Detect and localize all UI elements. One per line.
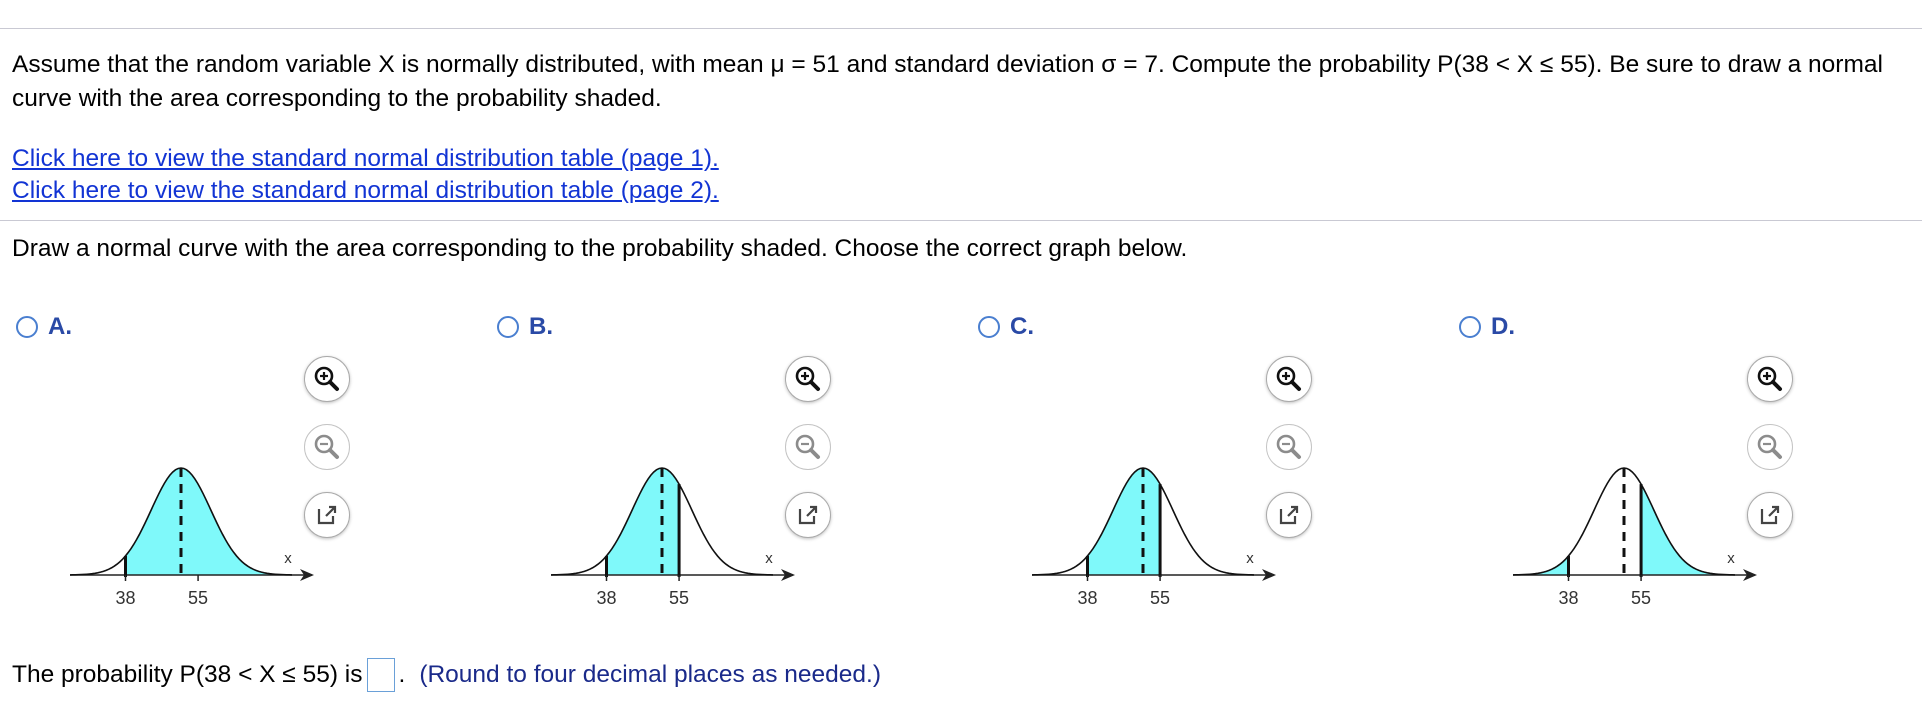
table-links: Click here to view the standard normal d… xyxy=(12,143,719,207)
question-text: Assume that the random variable X is nor… xyxy=(12,51,1883,112)
zoom-out-icon xyxy=(314,434,339,459)
answer-suffix: . xyxy=(398,661,406,688)
answer-input[interactable] xyxy=(366,658,395,692)
zoom-in-icon xyxy=(1757,366,1782,391)
option-c-popout-button[interactable] xyxy=(1266,492,1312,538)
option-d-radio[interactable] xyxy=(1459,316,1481,338)
popout-icon xyxy=(317,505,337,525)
option-c-graph: 38 55 x xyxy=(1031,467,1276,608)
popout-icon xyxy=(798,505,818,525)
option-b-popout-button[interactable] xyxy=(785,492,831,538)
zoom-in-icon xyxy=(314,366,339,391)
option-b-letter: B. xyxy=(529,313,553,340)
option-a-radio[interactable] xyxy=(16,316,38,338)
zoom-out-icon xyxy=(1757,434,1782,459)
tick-label-low: 38 xyxy=(596,588,616,608)
shaded-region xyxy=(1641,484,1735,575)
option-b-zoom-out-button[interactable] xyxy=(785,424,831,470)
shaded-region xyxy=(606,468,680,575)
option-b-graph: 38 55 x xyxy=(550,467,795,608)
option-d-letter: D. xyxy=(1491,313,1515,340)
section-divider xyxy=(0,220,1922,221)
top-divider xyxy=(0,28,1922,29)
tick-label-low: 38 xyxy=(115,588,135,608)
answer-row: The probability P(38 < X ≤ 55) is . (Rou… xyxy=(12,658,881,692)
tick-label-high: 55 xyxy=(669,588,689,608)
axis-label: x xyxy=(284,550,292,567)
zoom-out-icon xyxy=(795,434,820,459)
option-a-letter: A. xyxy=(48,313,72,340)
option-a-popout-button[interactable] xyxy=(304,492,350,538)
option-c-radio[interactable] xyxy=(978,316,1000,338)
option-d-popout-button[interactable] xyxy=(1747,492,1793,538)
tick-label-low: 38 xyxy=(1077,588,1097,608)
tick-label-low: 38 xyxy=(1558,588,1578,608)
answer-prefix: The probability P(38 < X ≤ 55) is xyxy=(12,661,363,688)
option-d-graph: 38 55 x xyxy=(1512,467,1757,608)
zoom-out-icon xyxy=(1276,434,1301,459)
shaded-region xyxy=(1087,468,1161,575)
option-b[interactable]: B. xyxy=(497,312,553,342)
option-c-zoom-in-button[interactable] xyxy=(1266,356,1312,402)
tick-label-high: 55 xyxy=(1631,588,1651,608)
zoom-in-icon xyxy=(1276,366,1301,391)
table-link-page-2[interactable]: Click here to view the standard normal d… xyxy=(12,175,719,207)
axis-label: x xyxy=(765,550,773,567)
popout-icon xyxy=(1760,505,1780,525)
option-d[interactable]: D. xyxy=(1459,312,1515,342)
shaded-region xyxy=(125,468,292,575)
axis-label: x xyxy=(1246,550,1254,567)
instruction-text: Draw a normal curve with the area corres… xyxy=(12,235,1188,262)
option-d-zoom-in-button[interactable] xyxy=(1747,356,1793,402)
table-link-page-1[interactable]: Click here to view the standard normal d… xyxy=(12,143,719,175)
option-d-zoom-out-button[interactable] xyxy=(1747,424,1793,470)
option-a-graph: 38 55 x xyxy=(69,467,314,608)
popout-icon xyxy=(1279,505,1299,525)
option-a[interactable]: A. xyxy=(16,312,72,342)
option-a-zoom-out-button[interactable] xyxy=(304,424,350,470)
option-b-radio[interactable] xyxy=(497,316,519,338)
option-c-zoom-out-button[interactable] xyxy=(1266,424,1312,470)
axis-label: x xyxy=(1727,550,1735,567)
tick-label-high: 55 xyxy=(188,588,208,608)
option-c-letter: C. xyxy=(1010,313,1034,340)
option-b-zoom-in-button[interactable] xyxy=(785,356,831,402)
option-c[interactable]: C. xyxy=(978,312,1034,342)
tick-label-high: 55 xyxy=(1150,588,1170,608)
zoom-in-icon xyxy=(795,366,820,391)
option-a-zoom-in-button[interactable] xyxy=(304,356,350,402)
answer-hint: (Round to four decimal places as needed.… xyxy=(419,661,881,688)
